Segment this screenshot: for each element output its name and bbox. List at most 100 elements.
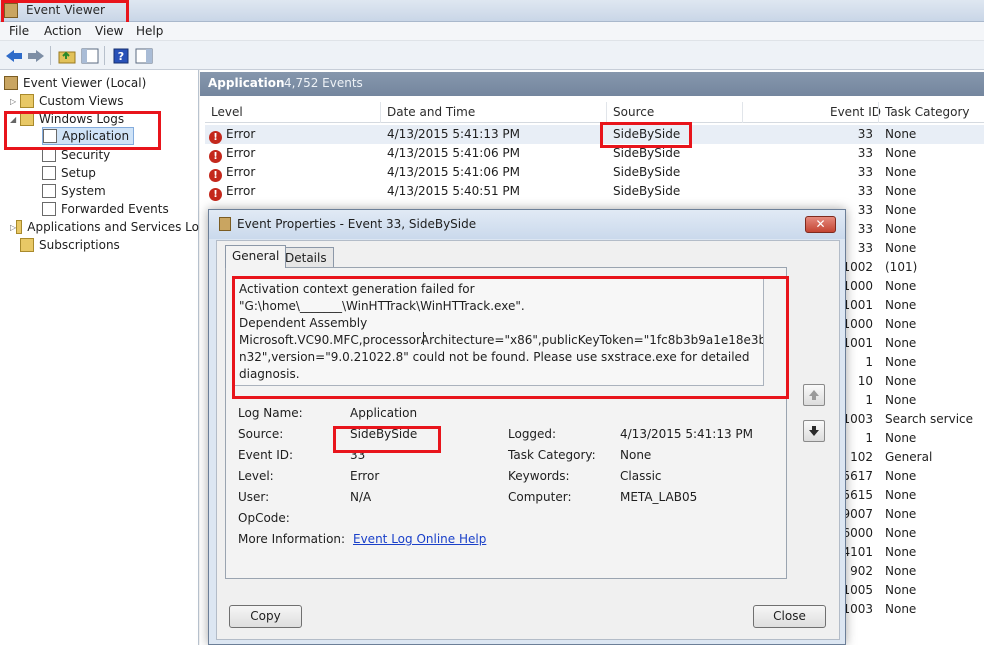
task-category-cell: None [885,431,917,445]
tree-item-forwarded-events[interactable]: Forwarded Events [42,200,169,218]
show-hide-console-tree-icon[interactable] [80,46,100,65]
tree-item-subscriptions[interactable]: Subscriptions [20,236,120,254]
highlight-description [232,276,789,399]
table-row[interactable]: ! Error 4/13/2015 5:41:06 PM SideBySide 33 No… [205,163,984,182]
title-bar: Event Viewer [0,0,984,22]
toolbar-separator [104,46,105,65]
task-category-cell: None [885,355,917,369]
task-category-cell: None [885,279,917,293]
column-header-level[interactable]: Level [211,105,243,119]
level-cell: ! Error [209,127,255,144]
column-separator[interactable] [878,102,879,123]
source-cell: SideBySide [613,165,681,179]
keywords-value: Classic [620,469,662,483]
tree-item-setup[interactable]: Setup [42,164,96,182]
level-cell: ! Error [209,146,255,163]
grid-header: Level Date and Time Source Event ID Task… [205,102,984,123]
highlight-windows-logs [4,111,161,150]
column-header-datetime[interactable]: Date and Time [387,105,475,119]
level-value: Error [350,469,380,483]
tree-item-apps-services[interactable]: ▷ Applications and Services Lo [10,218,199,236]
tree-item-custom-views[interactable]: ▷ Custom Views [10,92,124,110]
user-label: User: [238,490,270,504]
tree-item-root[interactable]: Event Viewer (Local) [4,74,146,92]
tree-item-system[interactable]: System [42,182,106,200]
column-header-event-id[interactable]: Event ID [830,105,881,119]
folder-up-icon[interactable] [57,46,77,65]
task-category-cell: None [885,127,917,141]
arrow-down-icon [809,426,819,436]
task-category-cell: None [885,393,917,407]
arrow-up-icon [809,390,819,400]
user-value: N/A [350,490,372,504]
logged-label: Logged: [508,427,557,441]
next-event-button[interactable] [803,420,825,442]
source-label: Source: [238,427,284,441]
source-cell: SideBySide [613,184,681,198]
computer-label: Computer: [508,490,572,504]
previous-event-button[interactable] [803,384,825,406]
task-category-cell: None [885,203,917,217]
event-id-cell: 33 [857,127,873,141]
datetime-cell: 4/13/2015 5:41:13 PM [387,127,521,141]
log-icon [42,184,56,198]
event-count: 4,752 Events [284,76,363,90]
menu-action[interactable]: Action [44,24,82,38]
dialog-title-bar: Event Properties - Event 33, SideBySide … [209,210,845,239]
task-category-cell: Search service [885,412,974,426]
table-row[interactable]: ! Error 4/13/2015 5:40:51 PM SideBySide 33 No… [205,182,984,201]
event-log-online-help-link[interactable]: Event Log Online Help [353,532,486,546]
svg-text:?: ? [118,50,124,63]
task-category-cell: None [885,374,917,388]
event-properties-dialog: Event Properties - Event 33, SideBySide … [208,209,846,645]
more-info-label: More Information: [238,532,346,546]
help-icon[interactable]: ? [111,46,131,65]
task-category-cell: None [885,298,917,312]
expand-arrow-icon[interactable]: ▷ [10,97,20,106]
copy-button[interactable]: Copy [229,605,302,628]
tab-details[interactable]: Details [278,247,334,267]
task-category-cell: None [885,165,917,179]
task-category-cell: None [885,564,917,578]
column-separator[interactable] [380,102,381,123]
task-category-cell: None [885,583,917,597]
highlight-source [600,122,692,148]
log-icon [42,202,56,216]
task-category-cell: None [885,469,917,483]
tab-general[interactable]: General [225,245,287,268]
opcode-label: OpCode: [238,511,290,525]
subscriptions-icon [20,238,34,252]
back-icon[interactable] [4,46,24,65]
show-action-pane-icon[interactable] [134,46,154,65]
datetime-cell: 4/13/2015 5:40:51 PM [387,184,521,198]
task-category-cell: (101) [885,260,918,274]
task-category-cell: None [885,526,917,540]
table-row[interactable]: ! Error 4/13/2015 5:41:06 PM SideBySide 33 No… [205,144,984,163]
column-separator[interactable] [606,102,607,123]
pane-header: Application 4,752 Events [200,72,984,96]
log-icon [42,166,56,180]
log-name-label: Log Name: [238,406,303,420]
column-header-task-category[interactable]: Task Category [885,105,970,119]
datetime-cell: 4/13/2015 5:41:06 PM [387,146,521,160]
menu-bar: File Action View Help [0,22,984,41]
forward-icon[interactable] [26,46,46,65]
event-viewer-icon [219,217,231,231]
menu-view[interactable]: View [95,24,123,38]
pane-title: Application [208,76,285,90]
task-category-cell: General [885,450,933,464]
menu-help[interactable]: Help [136,24,163,38]
event-id-cell: 33 [857,184,873,198]
column-separator[interactable] [742,102,743,123]
column-header-source[interactable]: Source [613,105,654,119]
level-text: Error [226,127,256,141]
menu-file[interactable]: File [9,24,29,38]
level-label: Level: [238,469,274,483]
close-button[interactable]: Close [753,605,826,628]
close-icon[interactable]: ✕ [805,216,836,233]
table-row[interactable]: ! Error 4/13/2015 5:41:13 PM SideBySide 33 No… [205,125,984,144]
logged-value: 4/13/2015 5:41:13 PM [620,427,754,441]
keywords-label: Keywords: [508,469,570,483]
task-category-cell: None [885,184,917,198]
source-cell: SideBySide [613,146,681,160]
